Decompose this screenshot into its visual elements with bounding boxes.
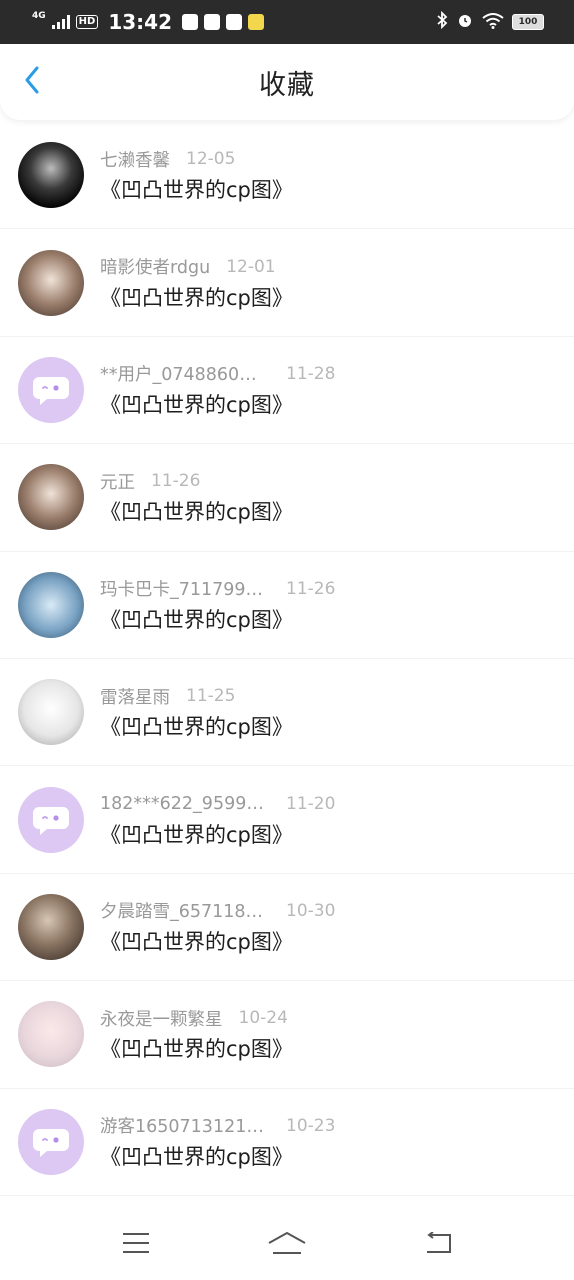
date: 10-23 <box>286 1115 336 1136</box>
item-meta: 暗影使者rdgu 12-01 <box>100 254 293 280</box>
list-item[interactable]: **用户_0748860… 11-28 《凹凸世界的cp图》 <box>0 337 574 445</box>
avatar <box>18 1001 84 1068</box>
post-title: 《凹凸世界的cp图》 <box>100 392 293 417</box>
chevron-left-icon <box>24 66 40 98</box>
username: **用户_0748860… <box>100 365 257 386</box>
item-meta: 玛卡巴卡_711799… 11-26 <box>100 576 335 602</box>
date: 11-20 <box>286 793 336 814</box>
hd-badge: HD <box>75 15 99 29</box>
username: 玛卡巴卡_711799… <box>100 580 264 601</box>
username: 雷落星雨 <box>100 687 170 708</box>
avatar <box>18 464 84 531</box>
default-avatar <box>18 356 84 423</box>
username: 182***622_9599… <box>100 793 264 814</box>
username: 暗影使者rdgu <box>100 258 211 279</box>
date: 11-26 <box>286 578 336 599</box>
home-icon <box>268 1231 306 1259</box>
item-meta: 七濑香馨 12-05 <box>100 146 293 172</box>
item-meta: 游客1650713121… 10-23 <box>100 1113 335 1139</box>
date: 12-01 <box>226 256 276 277</box>
wifi-icon <box>482 10 504 34</box>
post-title: 《凹凸世界的cp图》 <box>100 929 293 954</box>
list-item[interactable]: 游客1650713121… 10-23 《凹凸世界的cp图》 <box>0 1089 574 1196</box>
alarm-icon <box>456 10 474 34</box>
username: 夕晨踏雪_657118… <box>100 902 264 923</box>
chat-bubble-icon <box>33 376 69 405</box>
default-avatar <box>18 786 84 853</box>
date: 11-26 <box>151 471 201 492</box>
avatar <box>18 142 84 209</box>
item-text: 暗影使者rdgu 12-01 《凹凸世界的cp图》 <box>100 254 293 312</box>
list-item[interactable]: 元正 11-26 《凹凸世界的cp图》 <box>0 444 574 552</box>
home-button[interactable] <box>265 1227 309 1263</box>
item-text: 182***622_9599… 11-20 《凹凸世界的cp图》 <box>100 791 335 849</box>
clock: 13:42 <box>108 10 172 34</box>
username: 七濑香馨 <box>100 150 170 171</box>
item-text: 玛卡巴卡_711799… 11-26 《凹凸世界的cp图》 <box>100 576 335 634</box>
avatar <box>18 571 84 638</box>
post-title: 《凹凸世界的cp图》 <box>100 1144 293 1169</box>
check-notification-icon <box>182 14 198 30</box>
date: 12-05 <box>186 149 236 170</box>
post-title: 《凹凸世界的cp图》 <box>100 822 293 847</box>
return-icon <box>424 1231 452 1258</box>
avatar <box>18 249 84 316</box>
item-text: 夕晨踏雪_657118… 10-30 《凹凸世界的cp图》 <box>100 898 335 956</box>
date: 10-24 <box>238 1008 288 1029</box>
default-avatar <box>18 1108 84 1175</box>
item-meta: 夕晨踏雪_657118… 10-30 <box>100 898 335 924</box>
list-item[interactable]: 暗影使者rdgu 12-01 《凹凸世界的cp图》 <box>0 229 574 337</box>
list-item[interactable]: 雷落星雨 11-25 《凹凸世界的cp图》 <box>0 659 574 767</box>
item-text: 元正 11-26 《凹凸世界的cp图》 <box>100 468 293 526</box>
menu-icon <box>122 1232 150 1258</box>
list-item[interactable]: 七濑香馨 12-05 《凹凸世界的cp图》 <box>0 122 574 230</box>
item-text: 七濑香馨 12-05 《凹凸世界的cp图》 <box>100 146 293 204</box>
app-notification-icon <box>226 14 242 30</box>
menu-button[interactable] <box>114 1227 158 1263</box>
username: 元正 <box>100 472 135 493</box>
item-meta: 182***622_9599… 11-20 <box>100 791 335 817</box>
item-meta: **用户_0748860… 11-28 <box>100 361 335 387</box>
header: 收藏 <box>0 44 574 120</box>
list-item[interactable]: 182***622_9599… 11-20 《凹凸世界的cp图》 <box>0 766 574 874</box>
item-text: 永夜是一颗繁星 10-24 《凹凸世界的cp图》 <box>100 1005 293 1063</box>
avatar <box>18 893 84 960</box>
post-title: 《凹凸世界的cp图》 <box>100 715 293 740</box>
emoji-notification-icon <box>248 14 264 30</box>
item-meta: 元正 11-26 <box>100 468 293 494</box>
robot-notification-icon <box>204 14 220 30</box>
post-title: 《凹凸世界的cp图》 <box>100 178 293 203</box>
post-title: 《凹凸世界的cp图》 <box>100 500 293 525</box>
list-item[interactable]: 玛卡巴卡_711799… 11-26 《凹凸世界的cp图》 <box>0 552 574 659</box>
post-title: 《凹凸世界的cp图》 <box>100 1037 293 1062</box>
page-title: 收藏 <box>259 69 315 101</box>
post-title: 《凹凸世界的cp图》 <box>100 607 293 632</box>
avatar <box>18 679 84 746</box>
post-title: 《凹凸世界的cp图》 <box>100 285 293 310</box>
username: 游客1650713121… <box>100 1117 264 1138</box>
back-button[interactable] <box>16 66 48 98</box>
bluetooth-icon <box>436 10 448 34</box>
list-item[interactable]: 夕晨踏雪_657118… 10-30 《凹凸世界的cp图》 <box>0 874 574 982</box>
battery-indicator: 100 <box>512 14 544 30</box>
chat-bubble-icon <box>33 1128 69 1157</box>
status-bar: 4G HD 13:42 100 <box>0 0 574 44</box>
back-nav-button[interactable] <box>416 1227 460 1263</box>
system-nav-bar <box>0 1210 574 1280</box>
signal-icon <box>51 10 70 34</box>
chat-bubble-icon <box>33 806 69 835</box>
item-meta: 雷落星雨 11-25 <box>100 683 293 709</box>
item-text: 雷落星雨 11-25 《凹凸世界的cp图》 <box>100 683 293 741</box>
username: 永夜是一颗繁星 <box>100 1009 223 1030</box>
date: 11-28 <box>286 363 336 384</box>
date: 10-30 <box>286 900 336 921</box>
network-type: 4G <box>32 10 46 21</box>
item-text: 游客1650713121… 10-23 《凹凸世界的cp图》 <box>100 1113 335 1171</box>
date: 11-25 <box>186 686 236 707</box>
item-meta: 永夜是一颗繁星 10-24 <box>100 1005 293 1031</box>
list-item[interactable]: 永夜是一颗繁星 10-24 《凹凸世界的cp图》 <box>0 981 574 1089</box>
favorites-list: 七濑香馨 12-05 《凹凸世界的cp图》 暗影使者rdgu 12-01 《凹凸… <box>0 122 574 1196</box>
item-text: **用户_0748860… 11-28 《凹凸世界的cp图》 <box>100 361 335 419</box>
